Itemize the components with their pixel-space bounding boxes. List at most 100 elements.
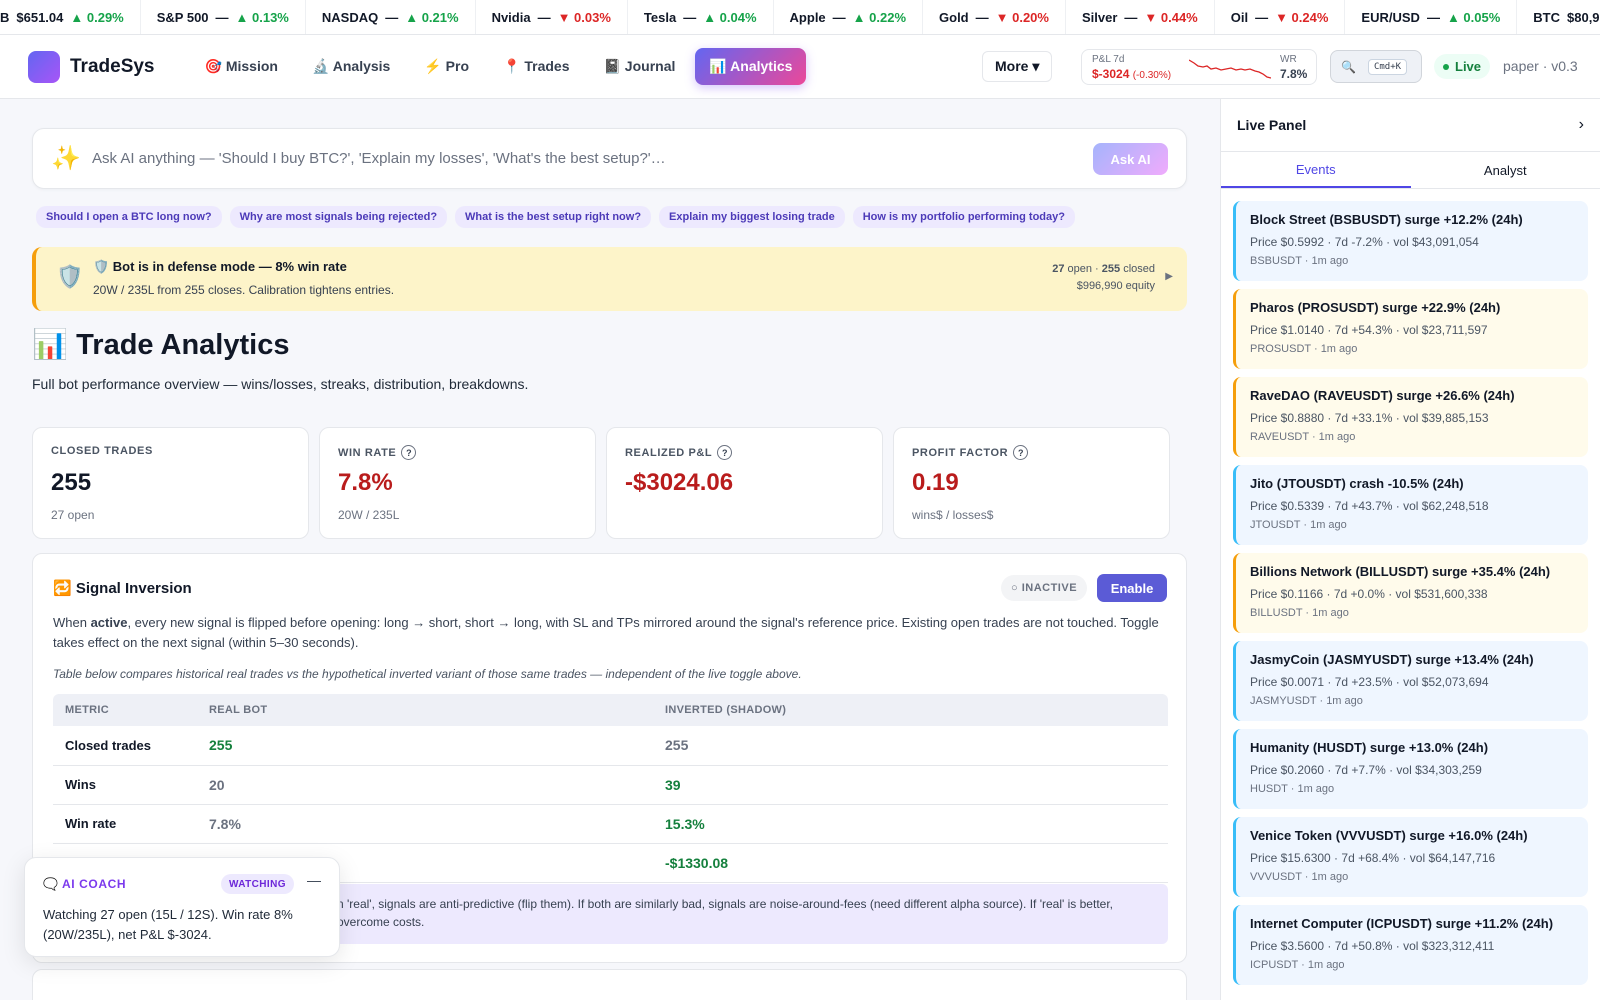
ticker-item[interactable]: S&P 500 — ▲ 0.13% <box>141 0 306 34</box>
ticker-price: — <box>1255 9 1269 25</box>
real-bot-cell: 20 <box>197 765 653 805</box>
signal-inversion-title: 🔁 Signal Inversion <box>53 580 192 597</box>
table-header: INVERTED (SHADOW) <box>653 694 1168 726</box>
ticker-item[interactable]: B $651.04 ▲ 0.29% <box>0 0 141 34</box>
help-icon[interactable]: ? <box>717 445 733 460</box>
ticker-item[interactable]: Oil — ▼ 0.24% <box>1215 0 1346 34</box>
page-subtitle: Full bot performance overview — wins/los… <box>32 376 529 392</box>
ticker-item[interactable]: Apple — ▲ 0.22% <box>774 0 924 34</box>
ticker-item[interactable]: Nvidia — ▼ 0.03% <box>476 0 628 34</box>
expand-arrow-icon[interactable]: ▶ <box>1165 271 1173 282</box>
kpi-card: REALIZED P&L? -$3024.06 <box>606 427 883 539</box>
ticker-price: — <box>215 9 229 25</box>
logo[interactable]: TradeSys <box>28 50 155 83</box>
pnl-sparkline <box>1189 59 1271 79</box>
suggestion-chip[interactable]: Explain my biggest losing trade <box>659 206 845 228</box>
event-detail: Price $0.5339 · 7d +43.7% · vol $62,248,… <box>1250 499 1489 513</box>
nav-item-journal[interactable]: 📓 Journal <box>589 48 689 85</box>
inverted-cell: 39 <box>653 765 1168 805</box>
nav-item-analytics[interactable]: 📊 Analytics <box>695 48 807 85</box>
ticker-item[interactable]: NASDAQ — ▲ 0.21% <box>306 0 476 34</box>
suggestion-chip[interactable]: Why are most signals being rejected? <box>229 206 448 228</box>
event-title: JasmyCoin (JASMYUSDT) surge +13.4% (24h) <box>1250 652 1534 667</box>
tab-events[interactable]: Events <box>1221 152 1411 188</box>
sparkles-icon: ✨ <box>51 145 81 172</box>
tab-analyst[interactable]: Analyst <box>1411 152 1600 188</box>
ticker-price: — <box>537 9 551 25</box>
event-card[interactable]: Block Street (BSBUSDT) surge +12.2% (24h… <box>1233 201 1588 281</box>
kpi-label-text: PROFIT FACTOR <box>912 446 1009 459</box>
ticker-symbol: Oil <box>1230 9 1249 25</box>
ticker-item[interactable]: Gold — ▼ 0.20% <box>923 0 1066 34</box>
ticker-symbol: S&P 500 <box>156 9 209 25</box>
minimize-icon[interactable]: — <box>307 872 321 888</box>
nav-item-analysis[interactable]: 🔬 Analysis <box>298 48 404 85</box>
metric-cell: Closed trades <box>53 726 197 766</box>
event-card[interactable]: Humanity (HUSDT) surge +13.0% (24h) Price… <box>1233 729 1588 809</box>
event-card[interactable]: Jito (JTOUSDT) crash -10.5% (24h) Price $… <box>1233 465 1588 545</box>
ticker-change: ▲ 0.22% <box>852 9 907 25</box>
help-icon[interactable]: ? <box>401 445 417 460</box>
suggestion-chips: Should I open a BTC long now? Why are mos… <box>36 206 1075 228</box>
shield-icon: 🛡️ <box>56 264 84 289</box>
more-menu-button[interactable]: More ▾ <box>982 51 1053 82</box>
kpi-card: PROFIT FACTOR? 0.19 wins$ / losses$ <box>893 427 1170 539</box>
events-list: Block Street (BSBUSDT) surge +12.2% (24h… <box>1221 189 1600 985</box>
ticker-item[interactable]: Silver — ▼ 0.44% <box>1066 0 1215 34</box>
nav-item-mission[interactable]: 🎯 Mission <box>191 48 292 85</box>
live-panel-header: Live Panel › <box>1221 99 1600 152</box>
ticker-symbol: Apple <box>789 9 826 25</box>
suggestion-chip[interactable]: How is my portfolio performing today? <box>852 206 1075 228</box>
inversion-comparison-table: METRIC REAL BOT INVERTED (SHADOW) Closed t… <box>53 694 1168 883</box>
kpi-note: 27 open <box>51 508 95 522</box>
help-icon[interactable]: ? <box>1013 445 1029 460</box>
enable-inversion-button[interactable]: Enable <box>1097 574 1167 602</box>
event-card[interactable]: Billions Network (BILLUSDT) surge +35.4%… <box>1233 553 1588 633</box>
ticker-price: $80,913.82 <box>1567 9 1600 25</box>
ticker-price: $651.04 <box>16 9 64 25</box>
nav-item-pro[interactable]: ⚡ Pro <box>410 48 483 85</box>
ask-ai-button[interactable]: Ask AI <box>1093 143 1168 175</box>
page-title: 📊 Trade Analytics <box>32 329 290 361</box>
inversion-description: When active, every new signal is flipped… <box>53 615 1159 650</box>
kpi-label-text: WIN RATE <box>338 446 397 459</box>
event-detail: Price $0.0071 · 7d +23.5% · vol $52,073,… <box>1250 675 1489 689</box>
event-card[interactable]: Internet Computer (ICPUSDT) surge +11.2%… <box>1233 905 1588 985</box>
event-card[interactable]: JasmyCoin (JASMYUSDT) surge +13.4% (24h)… <box>1233 641 1588 721</box>
nav-item-trades[interactable]: 📍 Trades <box>489 48 583 85</box>
ticker-item[interactable]: BTC$80,913.82▲ 0 <box>1517 0 1600 34</box>
ticker-item[interactable]: Tesla — ▲ 0.04% <box>628 0 774 34</box>
kpi-label: CLOSED TRADES <box>51 445 153 457</box>
event-meta: RAVEUSDT · 1m ago <box>1250 431 1356 443</box>
ticker-change: ▲ 0.13% <box>235 9 289 25</box>
ticker-price: — <box>832 9 846 25</box>
ticker-price: — <box>385 9 399 25</box>
live-dot-icon <box>1443 63 1449 70</box>
event-title: Jito (JTOUSDT) crash -10.5% (24h) <box>1250 476 1464 491</box>
suggestion-chip[interactable]: Should I open a BTC long now? <box>36 206 222 228</box>
metric-cell: Wins <box>53 765 197 805</box>
event-card[interactable]: Pharos (PROSUSDT) surge +22.9% (24h) Pric… <box>1233 289 1588 369</box>
defense-mode-banner[interactable]: 🛡️ 🛡️ Bot is in defense mode — 8% win ra… <box>32 247 1187 311</box>
pnl-7d-widget[interactable]: P&L 7d $-3024 (-0.30%) WR 7.8% <box>1081 49 1317 85</box>
event-title: Internet Computer (ICPUSDT) surge +11.2%… <box>1250 916 1554 931</box>
ai-coach-widget[interactable]: 🗨️ AI COACH WATCHING — Watching 27 open … <box>24 857 340 957</box>
command-search-button[interactable]: 🔍 Cmd+K <box>1330 50 1422 83</box>
kpi-card: WIN RATE? 7.8% 20W / 235L <box>319 427 596 539</box>
coach-status-badge: WATCHING <box>221 874 294 894</box>
event-card[interactable]: Venice Token (VVVUSDT) surge +16.0% (24h… <box>1233 817 1588 897</box>
ticker-symbol: Tesla <box>643 9 677 25</box>
kpi-label: REALIZED P&L? <box>625 445 733 460</box>
ticker-item[interactable]: EUR/USD — ▲ 0.05% <box>1345 0 1518 34</box>
kpi-label: WIN RATE? <box>338 445 417 460</box>
ticker-price: — <box>683 9 697 25</box>
event-title: Billions Network (BILLUSDT) surge +35.4%… <box>1250 564 1551 579</box>
event-card[interactable]: RaveDAO (RAVEUSDT) surge +26.6% (24h) Pri… <box>1233 377 1588 457</box>
collapse-chevron-icon[interactable]: › <box>1579 116 1584 134</box>
ticker-symbol: EUR/USD <box>1361 9 1420 25</box>
event-meta: HUSDT · 1m ago <box>1250 783 1335 795</box>
ask-ai-input[interactable]: Ask AI anything — 'Should I buy BTC?', '… <box>92 150 666 167</box>
win-rate-label: WR <box>1280 54 1297 65</box>
suggestion-chip[interactable]: What is the best setup right now? <box>455 206 652 228</box>
ticker-symbol: B <box>0 9 10 25</box>
